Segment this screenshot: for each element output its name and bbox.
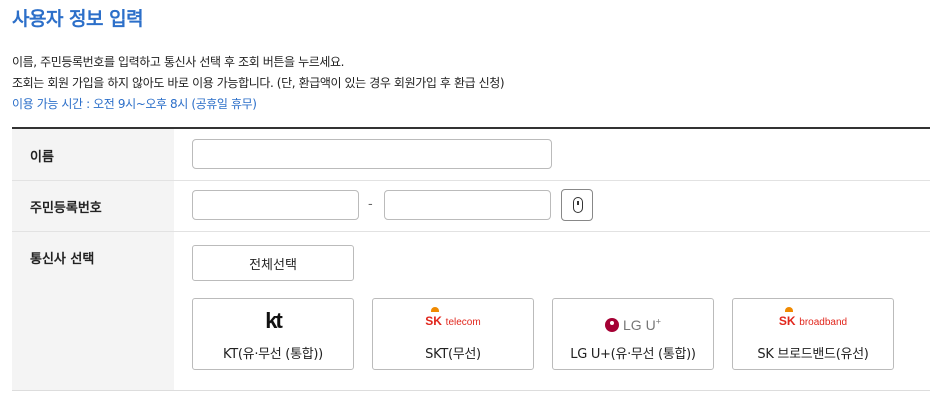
carrier-skt-label: SKT(무선) bbox=[425, 347, 481, 362]
instruction-line-1: 이름, 주민등록번호를 입력하고 통신사 선택 후 조회 버튼을 누르세요. bbox=[12, 55, 345, 69]
rrn-visibility-toggle-button[interactable] bbox=[561, 189, 593, 221]
skt-logo-main: SK bbox=[425, 314, 442, 328]
rrn-separator: - bbox=[368, 197, 373, 212]
carrier-skb-button[interactable]: SK broadband SK 브로드밴드(유선) bbox=[732, 298, 894, 370]
carrier-label: 통신사 선택 bbox=[30, 252, 95, 267]
rrn-back-input[interactable] bbox=[384, 190, 551, 220]
skb-logo-main: SK bbox=[778, 314, 796, 328]
carrier-lgu-button[interactable]: LG U+ LG U+(유·무선 (통합)) bbox=[552, 298, 714, 370]
lgu-logo-plus: + bbox=[655, 316, 661, 326]
mouse-icon bbox=[573, 197, 583, 213]
instructions: 이름, 주민등록번호를 입력하고 통신사 선택 후 조회 버튼을 누르세요. 조… bbox=[12, 52, 505, 115]
rrn-label: 주민등록번호 bbox=[30, 201, 102, 216]
skb-logo: SK broadband bbox=[733, 307, 893, 333]
name-label-cell: 이름 bbox=[12, 129, 174, 180]
name-input[interactable] bbox=[192, 139, 552, 169]
rrn-row: 주민등록번호 - bbox=[12, 181, 930, 232]
name-label: 이름 bbox=[30, 150, 54, 165]
lg-face-icon bbox=[605, 317, 620, 332]
carrier-kt-label: KT(유·무선 (통합)) bbox=[223, 347, 323, 362]
name-row: 이름 bbox=[12, 129, 930, 181]
kt-logo-text: kt bbox=[265, 308, 283, 333]
carrier-label-cell: 통신사 선택 bbox=[12, 232, 174, 390]
select-all-button[interactable]: 전체선택 bbox=[192, 245, 354, 281]
user-info-form: 이름 주민등록번호 - 통신사 선택 전체선택 kt KT(유·무선 (통합))… bbox=[12, 127, 930, 391]
page-title: 사용자 정보 입력 bbox=[12, 8, 144, 30]
skt-logo-sub: telecom bbox=[445, 317, 481, 328]
rrn-front-input[interactable] bbox=[192, 190, 359, 220]
kt-logo: kt bbox=[193, 308, 353, 333]
service-hours: 이용 가능 시간 : 오전 9시~오후 8시 (공휴일 휴무) bbox=[12, 97, 257, 111]
skb-logo-sub: broadband bbox=[799, 317, 848, 328]
page: 사용자 정보 입력 이름, 주민등록번호를 입력하고 통신사 선택 후 조회 버… bbox=[0, 0, 942, 406]
lgu-logo-text: LG U bbox=[623, 316, 656, 333]
carrier-kt-button[interactable]: kt KT(유·무선 (통합)) bbox=[192, 298, 354, 370]
rrn-label-cell: 주민등록번호 bbox=[12, 181, 174, 231]
lgu-logo: LG U+ bbox=[553, 311, 713, 333]
carrier-row: 통신사 선택 전체선택 kt KT(유·무선 (통합)) SK telecom … bbox=[12, 232, 930, 390]
carrier-skb-label: SK 브로드밴드(유선) bbox=[757, 347, 869, 362]
skt-logo: SK telecom bbox=[373, 307, 533, 333]
instruction-line-2: 조회는 회원 가입을 하지 않아도 바로 이용 가능합니다. (단, 환급액이 … bbox=[12, 76, 505, 90]
carrier-lgu-label: LG U+(유·무선 (통합)) bbox=[570, 347, 696, 362]
carrier-skt-button[interactable]: SK telecom SKT(무선) bbox=[372, 298, 534, 370]
